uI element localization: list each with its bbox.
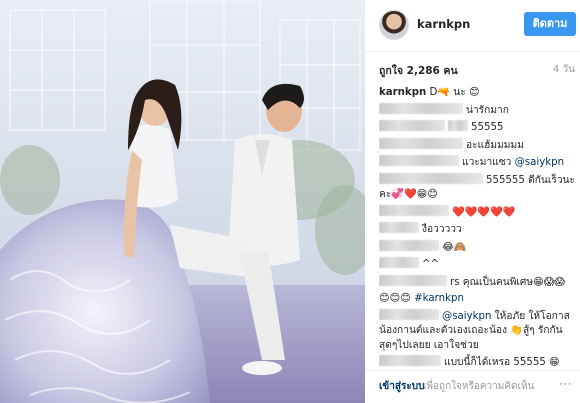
more-options-icon[interactable]: ⋯ — [559, 377, 572, 392]
comment-item: karnkpn D🔫 นะ 😊 — [379, 86, 575, 101]
comment-item: แบบนี้ก็ได้เหรอ 55555 😁 — [379, 355, 575, 368]
comment-item: อะแฮ้มมมมม — [379, 137, 575, 154]
redacted-username — [379, 222, 419, 233]
redacted-username — [379, 308, 439, 320]
comment-hint: เพื่อถูกใจหรือความคิดเห็น — [423, 381, 535, 392]
redacted-username — [379, 172, 483, 184]
like-count[interactable]: ถูกใจ 2,286 คน — [379, 62, 458, 79]
follow-button[interactable]: ติดตาม — [524, 12, 576, 36]
comment-text: 😊😊😊 — [379, 293, 411, 304]
wedding-photo-illustration — [0, 0, 365, 403]
comment-mention[interactable]: @saiykpn — [442, 311, 491, 322]
comment-text: 😂🙈 — [442, 241, 467, 253]
comment-text: น่ารักมาก — [466, 104, 509, 116]
post-photo[interactable] — [0, 0, 365, 403]
post-footer: เข้าสู่ระบบ เพื่อถูกใจหรือความคิดเห็น ⋯ — [365, 370, 580, 403]
redacted-username — [379, 155, 459, 166]
comment-text: rs คุณเป็นคนพิเศษ😁😱😱 — [450, 276, 565, 288]
redacted-username — [379, 274, 447, 286]
redacted-username — [379, 120, 445, 131]
comment-item: ❤️❤️❤️❤️❤️ — [379, 204, 575, 221]
comment-item: ^^ — [379, 257, 575, 273]
comment-text: อะแฮ้มมมมม — [466, 139, 524, 151]
redacted-username — [379, 204, 449, 216]
redacted-username — [379, 257, 419, 268]
comment-item: น่ารักมาก — [379, 102, 575, 119]
redacted-username — [379, 102, 463, 114]
comment-item: @saiykpn ให้อภัย ให้โอกาส น้องกานต์และตั… — [379, 308, 575, 354]
comment-username[interactable]: karnkpn — [379, 86, 426, 101]
comment-hashtag[interactable]: #karnkpn — [414, 293, 464, 304]
post-age[interactable]: 4 วัน — [553, 62, 575, 77]
comment-text: ❤️❤️❤️❤️❤️ — [452, 206, 516, 218]
redacted-text — [448, 120, 468, 131]
likes-row: ถูกใจ 2,286 คน 4 วัน — [379, 62, 575, 78]
comment-mention[interactable]: @saiykpn — [515, 157, 564, 168]
comment-item: rs คุณเป็นคนพิเศษ😁😱😱 — [379, 274, 575, 291]
author-username[interactable]: karnkpn — [417, 17, 470, 31]
comment-text: แวะมาแซว — [462, 157, 512, 168]
comment-text: D🔫 นะ 😊 — [429, 87, 480, 98]
redacted-username — [379, 239, 439, 251]
comment-item: 55555 — [379, 120, 575, 136]
comment-item: 😊😊😊 #karnkpn — [379, 292, 575, 307]
comment-text: ^^ — [422, 259, 440, 270]
comment-item: 555555 ดีกันเร็วนะ คะ💞❤️😁😊 — [379, 172, 575, 203]
post-side-panel: karnkpn ติดตาม ถูกใจ 2,286 คน 4 วัน karn… — [365, 0, 580, 403]
comment-text: งือววววว — [422, 224, 462, 235]
avatar[interactable] — [379, 10, 409, 40]
comment-item: แวะมาแซว @saiykpn — [379, 155, 575, 171]
login-link[interactable]: เข้าสู่ระบบ — [379, 379, 424, 394]
comment-text: 55555 — [471, 122, 504, 133]
comment-text: แบบนี้ก็ได้เหรอ 55555 😁 — [444, 357, 560, 368]
comment-item: งือววววว — [379, 222, 575, 238]
comment-item: 😂🙈 — [379, 239, 575, 256]
post-header: karnkpn ติดตาม — [365, 0, 580, 52]
comment-list: karnkpn D🔫 นะ 😊 น่ารักมาก 55555 อะแฮ้มมม… — [379, 86, 575, 368]
redacted-username — [379, 355, 441, 366]
redacted-username — [379, 137, 463, 149]
